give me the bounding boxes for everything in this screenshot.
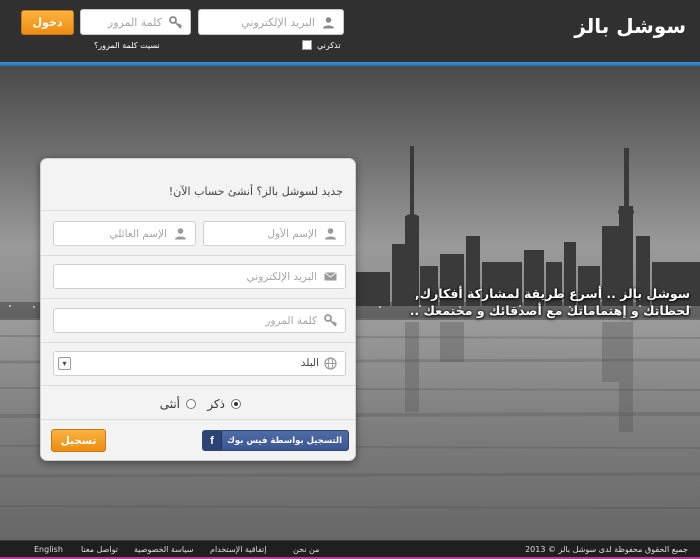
key-icon [169, 16, 182, 29]
checkbox-box[interactable] [302, 40, 312, 50]
top-header: سوشل بالز دخول تذكرني نسيت كلمة المرور؟ [0, 0, 700, 62]
footer-link-terms[interactable]: إتفاقية الإستخدام [210, 545, 266, 554]
user-icon [323, 17, 334, 29]
chevron-down-icon[interactable]: ▾ [58, 357, 71, 370]
footer-link-about[interactable]: من نحن [293, 545, 319, 554]
signup-password-field[interactable] [53, 308, 346, 333]
header-email-field[interactable] [198, 9, 344, 35]
signup-card: جديد لسوشل بالز؟ أنشئ حساب الآن! البلد ▾… [40, 158, 356, 461]
signup-password-input[interactable] [54, 309, 345, 332]
header-password-field[interactable] [80, 9, 191, 35]
tagline-line-1: سوشل بالز .. أسرع طريقة لمشاركة أفكارك, [414, 286, 690, 301]
remember-me-label: تذكرني [317, 40, 341, 50]
remember-me-checkbox[interactable]: تذكرني [302, 40, 341, 50]
last-name-field[interactable] [53, 221, 196, 246]
user-icon [175, 228, 186, 240]
footer-link-contact[interactable]: تواصل معنا [81, 545, 118, 554]
first-name-field[interactable] [203, 221, 346, 246]
divider [41, 419, 355, 420]
divider [41, 385, 355, 386]
gender-female-option[interactable]: أنثى [160, 397, 196, 411]
login-button[interactable]: دخول [21, 10, 74, 35]
facebook-signup-button[interactable]: التسجيل بواسطة فيس بوك f [202, 430, 349, 451]
forgot-password-link[interactable]: نسيت كلمة المرور؟ [94, 41, 160, 50]
site-logo[interactable]: سوشل بالز [574, 14, 686, 38]
facebook-icon: f [203, 431, 222, 450]
divider [41, 342, 355, 343]
key-icon [324, 314, 337, 327]
radio-selected[interactable] [231, 399, 241, 409]
copyright-text: جميع الحقوق محفوظة لدى سوشل بالز © 2013 [525, 545, 688, 554]
footer-link-english[interactable]: English [34, 545, 63, 554]
signup-email-field[interactable] [53, 264, 346, 289]
footer: جميع الحقوق محفوظة لدى سوشل بالز © 2013 … [0, 540, 700, 559]
divider [41, 255, 355, 256]
divider [41, 210, 355, 211]
gender-female-label: أنثى [159, 397, 180, 411]
register-button[interactable]: تسجيل [51, 429, 106, 452]
tagline-line-2: لحظاتك و إهتماماتك مع أصدقائك و مختمعك .… [409, 303, 690, 318]
envelope-icon [324, 272, 337, 281]
signup-title: جديد لسوشل بالز؟ أنشئ حساب الآن! [168, 185, 343, 198]
globe-icon [324, 357, 337, 370]
user-icon [325, 228, 336, 240]
signup-email-input[interactable] [54, 265, 345, 288]
hero-tagline: سوشل بالز .. أسرع طريقة لمشاركة أفكارك, … [360, 285, 690, 319]
gender-male-option[interactable]: ذكر [207, 397, 241, 411]
footer-link-privacy[interactable]: سياسة الخصوصية [134, 545, 193, 554]
country-select[interactable]: البلد ▾ [53, 351, 346, 376]
radio-unselected[interactable] [186, 399, 196, 409]
facebook-signup-label: التسجيل بواسطة فيس بوك [227, 435, 342, 446]
country-selected-value: البلد [300, 357, 319, 369]
gender-male-label: ذكر [207, 397, 225, 411]
divider [41, 298, 355, 299]
